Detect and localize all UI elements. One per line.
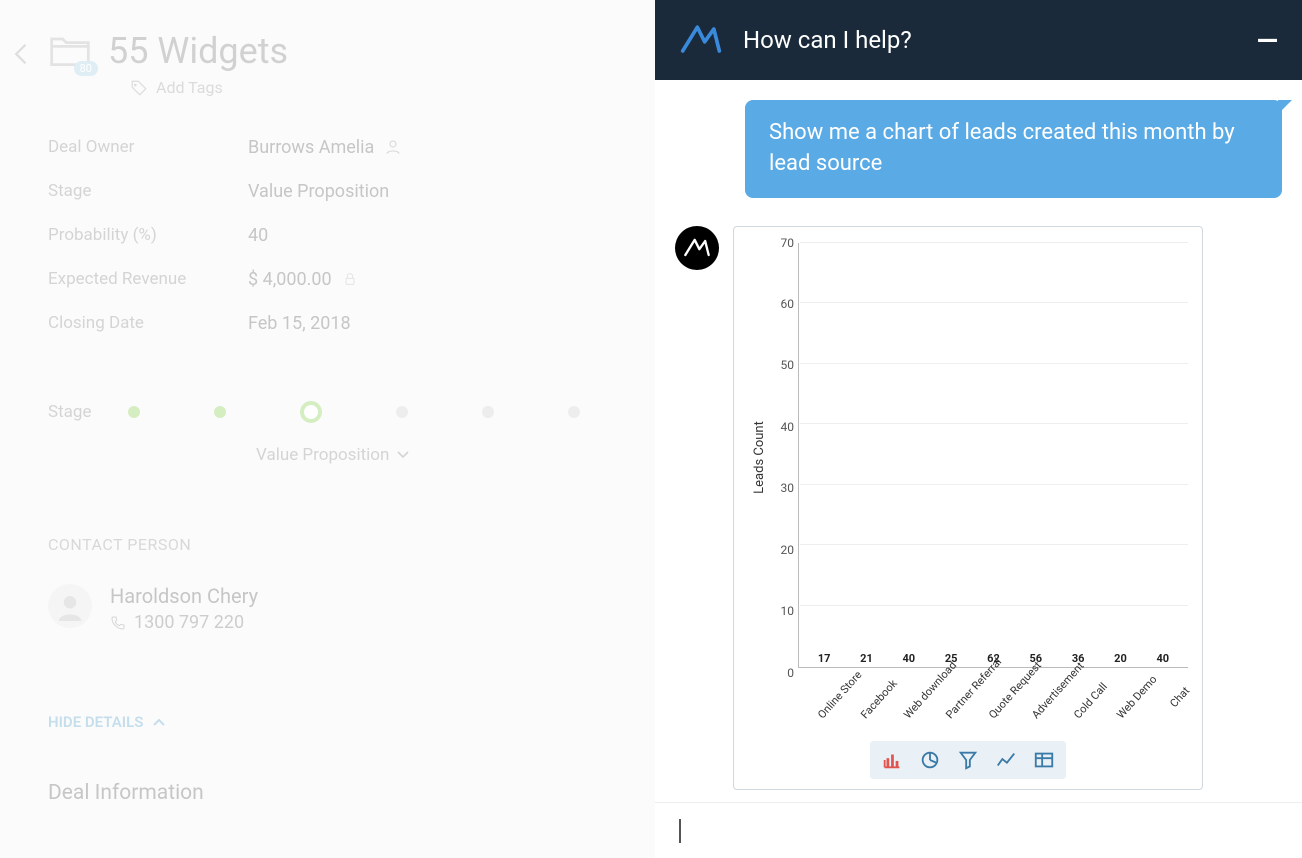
stage-dot[interactable] (128, 406, 140, 418)
back-icon[interactable] (8, 40, 38, 70)
funnel-icon[interactable] (950, 745, 986, 775)
bar-value-label: 40 (903, 652, 916, 665)
zia-avatar (675, 226, 719, 270)
y-tick: 0 (787, 666, 794, 680)
y-tick: 70 (781, 236, 795, 250)
avatar (48, 584, 92, 628)
stage-dot[interactable] (396, 406, 408, 418)
y-tick: 10 (781, 604, 795, 618)
probability-value: 40 (248, 225, 268, 246)
stage-dot[interactable] (568, 406, 580, 418)
contact-phone[interactable]: 1300 797 220 (110, 612, 258, 633)
folder-badge: 80 (74, 61, 98, 76)
closing-value: Feb 15, 2018 (248, 313, 351, 334)
bar-value-label: 20 (1114, 652, 1127, 665)
deal-information-heading: Deal Information (48, 781, 615, 805)
y-tick: 60 (781, 297, 795, 311)
stage-value: Value Proposition (248, 181, 389, 202)
bar-value-label: 21 (860, 652, 873, 665)
closing-label: Closing Date (48, 313, 248, 333)
revenue-value: $ 4,000.00 (248, 269, 332, 290)
bar-value-label: 17 (818, 652, 831, 665)
stage-progress-track[interactable] (128, 401, 580, 423)
probability-label: Probability (%) (48, 225, 248, 245)
folder-icon: 80 (48, 30, 92, 70)
stage-dot-active[interactable] (300, 401, 322, 423)
user-message-text: Show me a chart of leads created this mo… (769, 120, 1235, 176)
lock-icon (342, 271, 358, 287)
contact-name[interactable]: Haroldson Chery (110, 584, 258, 608)
revenue-label: Expected Revenue (48, 269, 248, 289)
y-tick: 40 (781, 420, 795, 434)
hide-details-button[interactable]: HIDE DETAILS (48, 713, 615, 731)
chart-card: Leads Count 010203040506070 172140256256… (733, 226, 1203, 790)
page-title: 55 Widgets (108, 30, 288, 72)
person-icon (384, 138, 402, 156)
phone-icon (110, 615, 126, 631)
bar-value-label: 40 (1156, 652, 1169, 665)
chat-input[interactable] (655, 802, 1302, 858)
y-tick: 50 (781, 358, 795, 372)
stage-dot[interactable] (214, 406, 226, 418)
stage-dropdown[interactable]: Value Proposition (256, 445, 615, 465)
hide-details-label: HIDE DETAILS (48, 713, 143, 731)
stage-dot[interactable] (482, 406, 494, 418)
user-message-bubble: Show me a chart of leads created this mo… (745, 100, 1282, 198)
y-tick: 30 (781, 481, 795, 495)
deal-owner-label: Deal Owner (48, 137, 248, 157)
chevron-down-icon (397, 451, 409, 459)
chevron-up-icon (153, 718, 165, 726)
add-tags-label: Add Tags (156, 78, 223, 97)
stage-dropdown-label: Value Proposition (256, 445, 389, 465)
text-cursor (679, 819, 681, 843)
minimize-icon[interactable]: — (1257, 24, 1278, 57)
add-tags-button[interactable]: Add Tags (130, 78, 615, 97)
chat-title: How can I help? (743, 26, 912, 54)
deal-owner-value: Burrows Amelia (248, 137, 374, 158)
stage-label: Stage (48, 181, 248, 201)
contact-heading: CONTACT PERSON (48, 535, 615, 554)
stage-progress-label: Stage (48, 402, 104, 422)
contact-phone-value: 1300 797 220 (134, 612, 244, 633)
y-axis-label: Leads Count (752, 421, 767, 494)
chat-header: How can I help? — (655, 0, 1302, 80)
y-tick: 20 (781, 543, 795, 557)
zia-logo-icon (679, 22, 723, 58)
